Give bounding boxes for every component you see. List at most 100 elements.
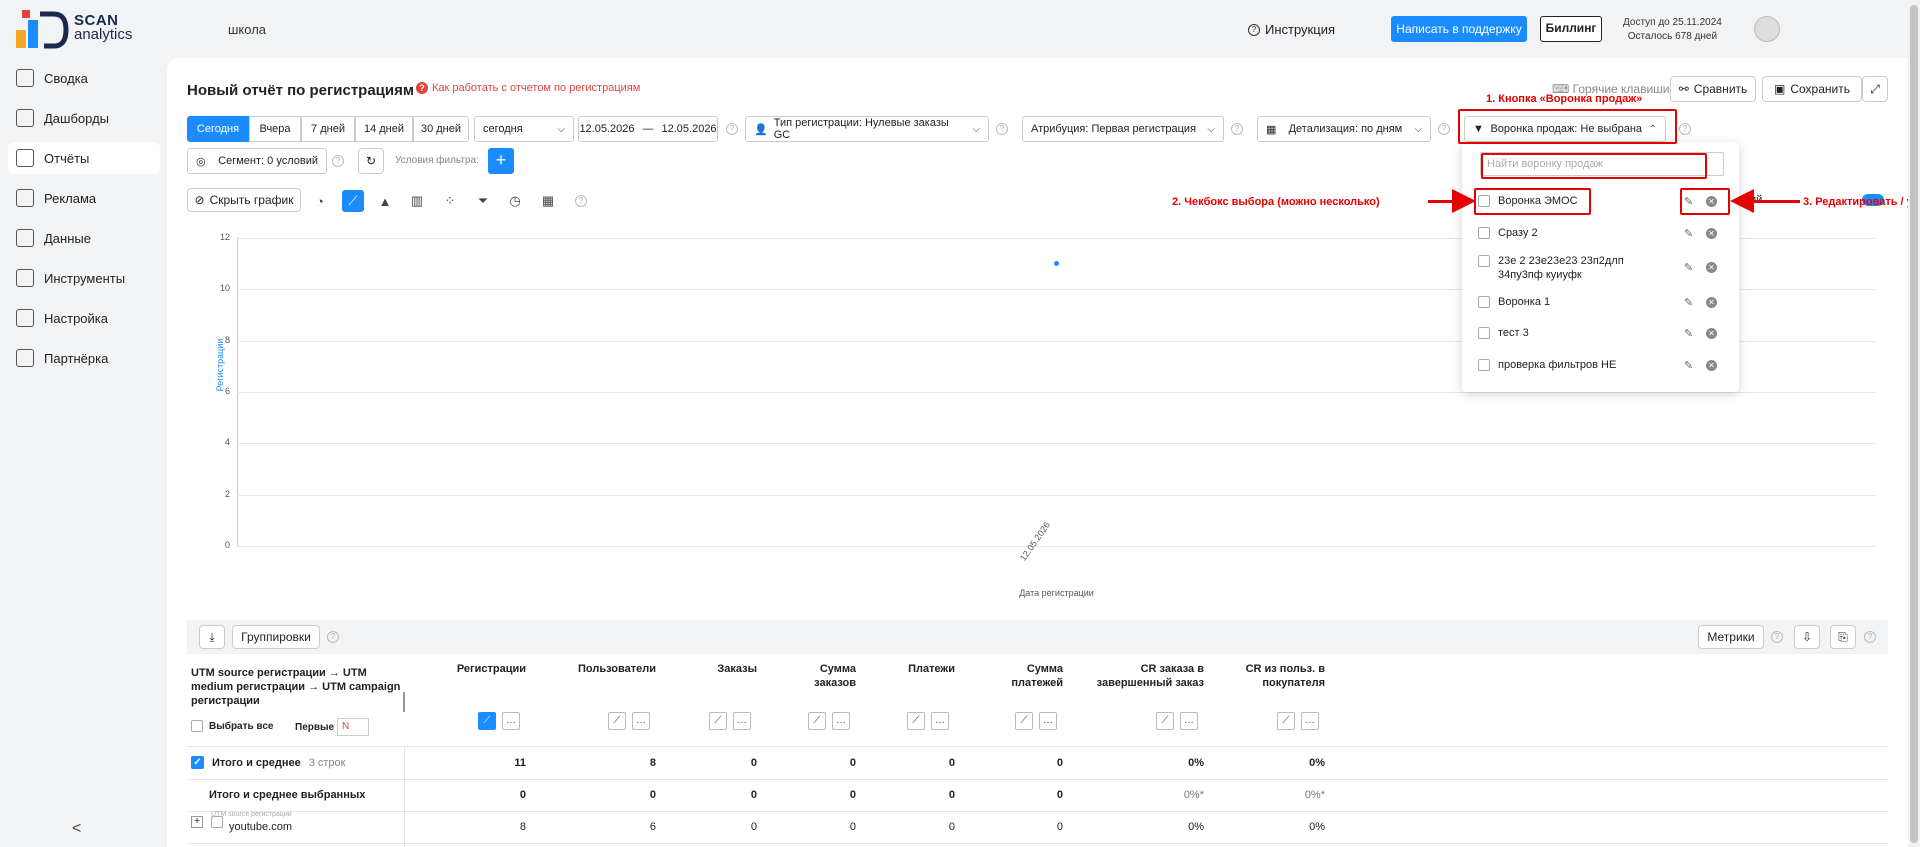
- column-chart-icon[interactable]: ⟋: [709, 712, 727, 730]
- column-chart-icon[interactable]: ⟋: [608, 712, 626, 730]
- column-menu-icon[interactable]: …: [832, 712, 850, 730]
- scroll-thumb[interactable]: [1910, 5, 1918, 843]
- select-all[interactable]: Выбрать все: [191, 720, 273, 732]
- export-button[interactable]: ⇩: [1794, 625, 1820, 649]
- data-point[interactable]: [1053, 261, 1059, 267]
- sidebar-item-summary[interactable]: Сводка: [8, 62, 160, 94]
- checkbox[interactable]: [1478, 255, 1490, 267]
- funnel-chart-icon[interactable]: ⏷: [472, 190, 494, 212]
- sidebar-item-reports[interactable]: Отчёты: [8, 142, 160, 174]
- edit-icon[interactable]: ✎: [1684, 296, 1693, 309]
- segment-select[interactable]: ◎ Сегмент: 0 условий: [187, 148, 327, 174]
- scatter-chart-icon[interactable]: ⁘: [439, 190, 461, 212]
- delete-icon[interactable]: ✕: [1706, 360, 1717, 371]
- area-chart-icon[interactable]: ▲: [374, 190, 396, 212]
- column-header[interactable]: CR из польз. в покупателя: [1215, 662, 1325, 690]
- grid-view-icon[interactable]: ▦: [537, 190, 559, 212]
- checkbox[interactable]: [191, 720, 203, 732]
- metrics-button[interactable]: Метрики: [1698, 625, 1764, 649]
- column-header[interactable]: Платежи: [875, 662, 955, 676]
- add-condition-button[interactable]: +: [488, 148, 514, 174]
- column-menu-icon[interactable]: …: [502, 712, 520, 730]
- column-chart-icon[interactable]: ⟋: [478, 712, 496, 730]
- period-7days[interactable]: 7 дней: [301, 116, 355, 142]
- sidebar-item-ads[interactable]: Реклама: [8, 182, 160, 214]
- howto-link[interactable]: ? Как работать с отчетом по регистрациям: [416, 82, 640, 94]
- delete-icon[interactable]: ✕: [1706, 262, 1717, 273]
- sidebar-item-settings[interactable]: Настройка: [8, 302, 160, 334]
- logo-icon[interactable]: [14, 8, 70, 50]
- help-icon[interactable]: ?: [332, 155, 344, 167]
- refresh-button[interactable]: ↻: [358, 148, 384, 174]
- column-header[interactable]: Сумма заказов: [786, 662, 856, 690]
- reg-type-select[interactable]: 👤 Тип регистрации: Нулевые заказы GC ⌵: [745, 116, 989, 142]
- help-icon[interactable]: ?: [327, 631, 339, 643]
- period-14days[interactable]: 14 дней: [355, 116, 413, 142]
- help-icon[interactable]: ?: [1231, 123, 1243, 135]
- help-icon[interactable]: ?: [1864, 631, 1876, 643]
- delete-icon[interactable]: ✕: [1706, 228, 1717, 239]
- help-icon[interactable]: ?: [726, 123, 738, 135]
- expand-icon[interactable]: +: [191, 816, 203, 828]
- save-button[interactable]: ▣ Сохранить: [1762, 76, 1862, 102]
- fullscreen-button[interactable]: ⤢: [1862, 76, 1888, 102]
- edit-icon[interactable]: ✎: [1684, 261, 1693, 274]
- delete-icon[interactable]: ✕: [1706, 328, 1717, 339]
- first-n-input[interactable]: N: [337, 718, 369, 736]
- instruction-link[interactable]: ? Инструкция: [1248, 22, 1335, 37]
- line-chart-icon[interactable]: ⟋: [342, 190, 364, 212]
- edit-icon[interactable]: ✎: [1684, 227, 1693, 240]
- copy-button[interactable]: ⎘: [1830, 625, 1856, 649]
- column-chart-icon[interactable]: ⟋: [1277, 712, 1295, 730]
- detail-select[interactable]: ▦ Детализация: по дням ⌵: [1257, 116, 1431, 142]
- delete-icon[interactable]: ✕: [1706, 297, 1717, 308]
- edit-icon[interactable]: ✎: [1684, 327, 1693, 340]
- sidebar-item-partners[interactable]: Партнёрка: [8, 342, 160, 374]
- bar-chart-icon[interactable]: ▥: [406, 190, 428, 212]
- column-header[interactable]: Заказы: [677, 662, 757, 676]
- column-header[interactable]: CR заказа в завершенный заказ: [1084, 662, 1204, 690]
- period-today[interactable]: Сегодня: [187, 116, 249, 142]
- checkbox[interactable]: [1478, 359, 1490, 371]
- checkbox-checked[interactable]: ✓: [191, 756, 204, 769]
- compare-button[interactable]: ⚯ Сравнить: [1670, 76, 1756, 102]
- column-menu-icon[interactable]: …: [1301, 712, 1319, 730]
- checkbox[interactable]: [1478, 296, 1490, 308]
- column-menu-icon[interactable]: …: [1039, 712, 1057, 730]
- dimension-header[interactable]: UTM source регистрации → UTM medium реги…: [191, 666, 401, 708]
- column-chart-icon[interactable]: ⟋: [1156, 712, 1174, 730]
- project-name[interactable]: школа: [228, 22, 266, 37]
- column-header[interactable]: Пользователи: [546, 662, 656, 676]
- date-range[interactable]: 12.05.2026 — 12.05.2026: [578, 116, 718, 142]
- attribution-select[interactable]: Атрибуция: Первая регистрация ⌵: [1022, 116, 1224, 142]
- column-chart-icon[interactable]: ⟋: [1015, 712, 1033, 730]
- period-30days[interactable]: 30 дней: [413, 116, 469, 142]
- help-icon[interactable]: ?: [1771, 631, 1783, 643]
- column-menu-icon[interactable]: …: [1180, 712, 1198, 730]
- groupings-button[interactable]: Группировки: [232, 625, 320, 649]
- period-yesterday[interactable]: Вчера: [249, 116, 301, 142]
- period-select[interactable]: сегодня ⌵: [474, 116, 574, 142]
- avatar[interactable]: [1754, 16, 1780, 42]
- column-menu-icon[interactable]: …: [931, 712, 949, 730]
- checkbox[interactable]: [1478, 327, 1490, 339]
- gauge-chart-icon[interactable]: ◷: [504, 190, 526, 212]
- pie-chart-icon[interactable]: ◔: [309, 190, 331, 212]
- hide-chart-button[interactable]: ⊘ Скрыть график: [187, 188, 301, 212]
- column-chart-icon[interactable]: ⟋: [808, 712, 826, 730]
- sidebar-item-tools[interactable]: Инструменты: [8, 262, 160, 294]
- download-button[interactable]: ⤓: [199, 625, 225, 649]
- resize-handle[interactable]: [403, 692, 405, 712]
- support-button[interactable]: Написать в поддержку: [1391, 16, 1527, 42]
- sidebar-item-data[interactable]: Данные: [8, 222, 160, 254]
- column-header[interactable]: Сумма платежей: [993, 662, 1063, 690]
- collapse-sidebar-button[interactable]: <: [72, 820, 81, 838]
- column-menu-icon[interactable]: …: [632, 712, 650, 730]
- billing-button[interactable]: Биллинг: [1540, 16, 1602, 42]
- row-label[interactable]: youtube.com: [229, 821, 292, 833]
- checkbox[interactable]: [1478, 227, 1490, 239]
- column-menu-icon[interactable]: …: [733, 712, 751, 730]
- sidebar-item-dashboards[interactable]: Дашборды: [8, 102, 160, 134]
- edit-icon[interactable]: ✎: [1684, 359, 1693, 372]
- column-header[interactable]: Регистрации: [436, 662, 526, 676]
